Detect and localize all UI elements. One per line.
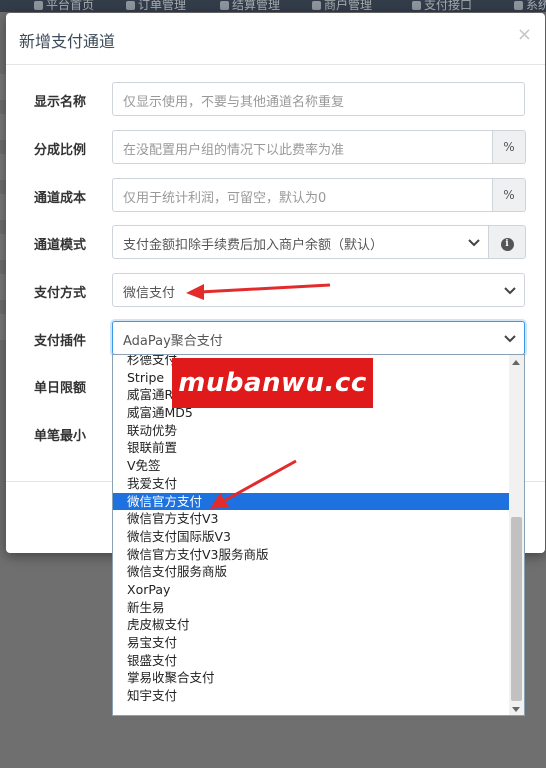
dropdown-option[interactable]: 微信官方支付 — [113, 492, 510, 511]
pay-plugin-dropdown[interactable]: 杉德支付 Stripe 威富通RSA 威富通MD5 联动优势 银联前置 V免签 我爱支付 微信官… — [112, 354, 525, 716]
row-pay-method: 支付方式 微信支付 — [6, 273, 545, 309]
row-pay-plugin: 支付插件 AdaPay聚合支付 — [6, 321, 545, 357]
dropdown-option[interactable]: 微信官方支付V3服务商版 — [113, 546, 510, 564]
dropdown-option[interactable]: 掌易收聚合支付 — [113, 669, 510, 687]
dropdown-option[interactable]: 微信官方支付V3 — [113, 510, 510, 528]
display-name-label: 显示名称 — [34, 95, 87, 110]
daily-limit-label: 单日限额 — [34, 381, 87, 396]
scroll-down-icon[interactable] — [512, 707, 520, 712]
dropdown-option[interactable]: 知宇支付 — [113, 687, 510, 705]
dropdown-option[interactable]: 易宝支付 — [113, 634, 510, 652]
dropdown-option[interactable]: 银盛支付 — [113, 652, 510, 670]
dropdown-scrollbar[interactable] — [509, 355, 524, 715]
channel-mode-value: 支付金额扣除手续费后加入商户余额（默认） — [123, 238, 384, 253]
split-ratio-label: 分成比例 — [34, 143, 87, 158]
pay-method-label: 支付方式 — [34, 286, 87, 301]
channel-cost-input[interactable]: 仅用于统计利润，可留空，默认为0 — [112, 178, 493, 212]
dropdown-option[interactable]: 微信支付国际版V3 — [113, 528, 510, 546]
chevron-down-icon — [468, 239, 480, 247]
pay-method-value: 微信支付 — [123, 286, 176, 301]
pay-plugin-value: AdaPay聚合支付 — [123, 334, 223, 349]
dropdown-option[interactable]: 微信支付服务商版 — [113, 563, 510, 581]
close-icon[interactable]: × — [517, 24, 532, 45]
info-icon: i — [500, 238, 514, 251]
dropdown-option[interactable]: V免签 — [113, 457, 510, 475]
dropdown-option[interactable]: 虎皮椒支付 — [113, 616, 510, 634]
modal-title: 新增支付通道 — [19, 32, 116, 51]
channel-cost-percent-addon: % — [492, 178, 526, 212]
pay-plugin-select[interactable]: AdaPay聚合支付 — [112, 321, 525, 355]
channel-cost-label: 通道成本 — [34, 191, 87, 206]
row-split-ratio: 分成比例 在没配置用户组的情况下以此费率为准 % — [6, 130, 545, 166]
chevron-down-icon — [504, 287, 516, 295]
channel-mode-info-addon[interactable]: i — [488, 225, 526, 259]
row-display-name: 显示名称 仅显示使用，不要与其他通道名称重复 — [6, 82, 545, 118]
watermark-logo: mubanwu.cc — [172, 358, 373, 408]
display-name-input[interactable]: 仅显示使用，不要与其他通道名称重复 — [112, 82, 525, 116]
dropdown-option[interactable]: 联动优势 — [113, 422, 510, 440]
dropdown-option[interactable]: 银联前置 — [113, 439, 510, 457]
scroll-up-icon[interactable] — [512, 360, 520, 365]
split-ratio-input[interactable]: 在没配置用户组的情况下以此费率为准 — [112, 130, 493, 164]
dropdown-option[interactable]: 新生易 — [113, 599, 510, 617]
dropdown-option[interactable]: XorPay — [113, 581, 510, 599]
channel-mode-select[interactable]: 支付金额扣除手续费后加入商户余额（默认） — [112, 225, 489, 259]
dropdown-option[interactable]: 我爱支付 — [113, 475, 510, 493]
min-per-order-label: 单笔最小 — [34, 429, 87, 444]
pay-plugin-label: 支付插件 — [34, 334, 87, 349]
modal-header: 新增支付通道 × — [6, 13, 545, 65]
pay-method-select[interactable]: 微信支付 — [112, 273, 525, 307]
chevron-down-icon — [504, 335, 516, 343]
split-ratio-percent-addon: % — [492, 130, 526, 164]
row-channel-mode: 通道模式 支付金额扣除手续费后加入商户余额（默认） i — [6, 225, 545, 261]
row-channel-cost: 通道成本 仅用于统计利润，可留空，默认为0 % — [6, 178, 545, 214]
channel-mode-label: 通道模式 — [34, 238, 87, 253]
scrollbar-thumb[interactable] — [511, 517, 522, 701]
